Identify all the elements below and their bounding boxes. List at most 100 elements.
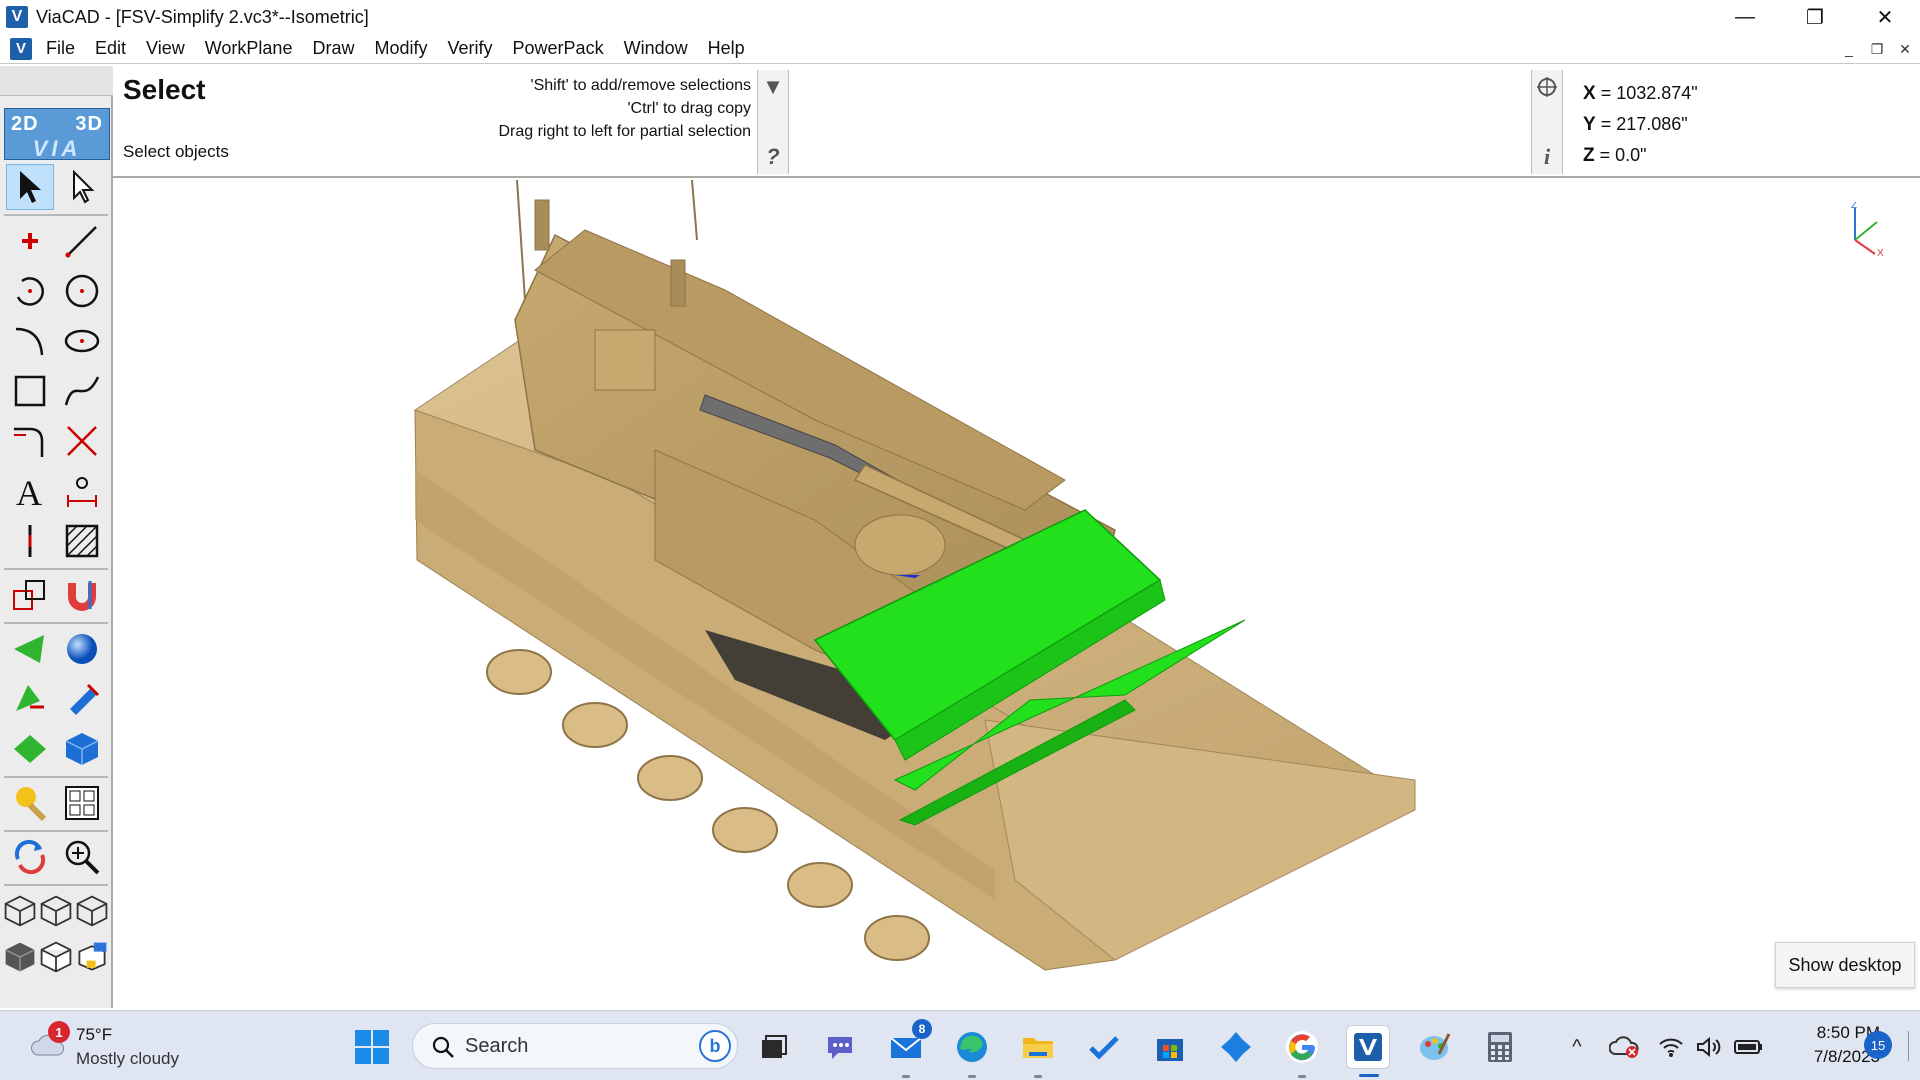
task-view-icon[interactable] [752, 1025, 796, 1069]
taskbar-search[interactable]: Search b [412, 1023, 738, 1069]
edge-glyph [957, 1032, 987, 1062]
view-front-tool[interactable] [38, 888, 74, 934]
todo-icon[interactable] [1082, 1025, 1126, 1069]
select-tool[interactable] [6, 164, 54, 210]
bing-icon[interactable]: b [699, 1030, 731, 1062]
menu-verify[interactable]: Verify [438, 38, 503, 59]
hatch-tool[interactable] [58, 518, 106, 564]
antenna [691, 180, 698, 241]
document-restore-button[interactable]: ❐ [1866, 38, 1888, 60]
tool-palette: 2D 3D VIA A [0, 66, 113, 1008]
document-close-button[interactable]: ✕ [1894, 38, 1916, 60]
calculator-icon[interactable] [1478, 1025, 1522, 1069]
battery-icon[interactable] [1732, 1029, 1764, 1065]
prompt-options-dropdown[interactable]: ▼ [758, 70, 788, 104]
line-tool[interactable] [58, 218, 106, 264]
minimize-button[interactable]: — [1710, 0, 1780, 34]
show-desktop-button[interactable] [1908, 1031, 1909, 1061]
menu-edit[interactable]: Edit [85, 38, 136, 59]
file-explorer-icon[interactable] [1016, 1025, 1060, 1078]
circle-tool[interactable] [58, 268, 106, 314]
document-minimize-button[interactable]: _ [1838, 38, 1860, 60]
volume-icon[interactable] [1694, 1029, 1724, 1065]
weather-condition: Mostly cloudy [76, 1049, 179, 1068]
rectangle-tool[interactable] [6, 368, 54, 414]
paint-icon[interactable] [1412, 1025, 1456, 1069]
menu-draw[interactable]: Draw [302, 38, 364, 59]
fillet-tool[interactable] [6, 418, 54, 464]
model-viewport[interactable]: Z X [115, 180, 1920, 1008]
prompt-help-button[interactable]: ? [758, 140, 788, 174]
centerline-tool[interactable] [6, 518, 54, 564]
teams-glyph [828, 1037, 852, 1059]
dimension-tool[interactable] [58, 468, 106, 514]
menu-help[interactable]: Help [698, 38, 755, 59]
box-icon [65, 733, 99, 765]
zoom-tool[interactable] [58, 834, 106, 880]
weather-alert-badge: 1 [48, 1021, 70, 1043]
sensor-dome [854, 514, 946, 576]
wireframe-view-tool[interactable] [38, 934, 74, 980]
palette-header[interactable] [0, 66, 113, 96]
surface-tool[interactable] [6, 626, 54, 672]
app-indicator [902, 1075, 910, 1078]
view-right-tool[interactable] [74, 888, 110, 934]
surface-icon [14, 635, 44, 663]
arc-tool[interactable] [6, 268, 54, 314]
close-button[interactable]: ✕ [1850, 0, 1920, 34]
mail-badge: 8 [912, 1019, 932, 1039]
menu-powerpack[interactable]: PowerPack [503, 38, 614, 59]
onedrive-error-icon[interactable] [1608, 1029, 1640, 1065]
mail-icon[interactable]: 8 [884, 1019, 932, 1078]
snap-magnet-tool[interactable] [58, 572, 106, 618]
battery-glyph [1734, 1040, 1762, 1054]
copilot-icon[interactable] [1214, 1025, 1258, 1069]
x-label: X [1583, 83, 1596, 104]
wifi-icon[interactable] [1656, 1029, 1686, 1065]
ellipse-tool[interactable] [58, 318, 106, 364]
edge-icon[interactable] [950, 1025, 994, 1078]
shaded-view-tool[interactable] [2, 934, 38, 980]
sphere-tool[interactable] [58, 626, 106, 672]
view-iso-tool[interactable] [2, 888, 38, 934]
weather-widget[interactable]: 1 75°F Mostly cloudy [26, 1019, 226, 1073]
box-tool[interactable] [58, 726, 106, 772]
trim-tool[interactable] [58, 418, 106, 464]
info-button[interactable]: i [1532, 140, 1562, 174]
show-hidden-icons-chevron-icon[interactable]: ^ [1564, 1029, 1590, 1065]
onedrive-cloud-glyph [1609, 1036, 1639, 1058]
partial-select-tool[interactable] [58, 164, 106, 210]
google-icon[interactable] [1280, 1025, 1324, 1078]
notification-count-badge[interactable]: 15 [1864, 1031, 1892, 1059]
spline-tool[interactable] [58, 368, 106, 414]
render-tool[interactable] [6, 780, 54, 826]
document-icon[interactable]: V [10, 37, 32, 60]
transform-tool[interactable] [6, 572, 54, 618]
menu-file[interactable]: File [36, 38, 85, 59]
menu-window[interactable]: Window [614, 38, 698, 59]
menu-workplane[interactable]: WorkPlane [195, 38, 303, 59]
layout-tool[interactable] [58, 780, 106, 826]
palette-separator [4, 830, 108, 832]
surface-edit-tool[interactable] [6, 676, 54, 722]
menu-modify[interactable]: Modify [364, 38, 437, 59]
store-icon[interactable] [1148, 1025, 1192, 1069]
surface-modify-tool[interactable] [6, 726, 54, 772]
todo-check-glyph [1089, 1036, 1119, 1060]
viacad-icon[interactable] [1346, 1025, 1390, 1077]
view-cube-icon [40, 895, 72, 927]
menu-view[interactable]: View [136, 38, 195, 59]
windows-start-icon[interactable] [354, 1029, 390, 1065]
view-settings-tool[interactable] [74, 934, 110, 980]
solid-edit-tool[interactable] [58, 676, 106, 722]
teams-icon[interactable] [818, 1025, 862, 1069]
curve-arc-tool[interactable] [6, 318, 54, 364]
tank-model[interactable] [115, 180, 1920, 1008]
locate-target-button[interactable] [1532, 70, 1562, 104]
app-indicator [1359, 1074, 1379, 1077]
maximize-button[interactable]: ❐ [1780, 0, 1850, 34]
point-tool[interactable] [6, 218, 54, 264]
periscope [534, 199, 550, 251]
rotate-view-tool[interactable] [6, 834, 54, 880]
text-tool[interactable]: A [6, 468, 54, 514]
